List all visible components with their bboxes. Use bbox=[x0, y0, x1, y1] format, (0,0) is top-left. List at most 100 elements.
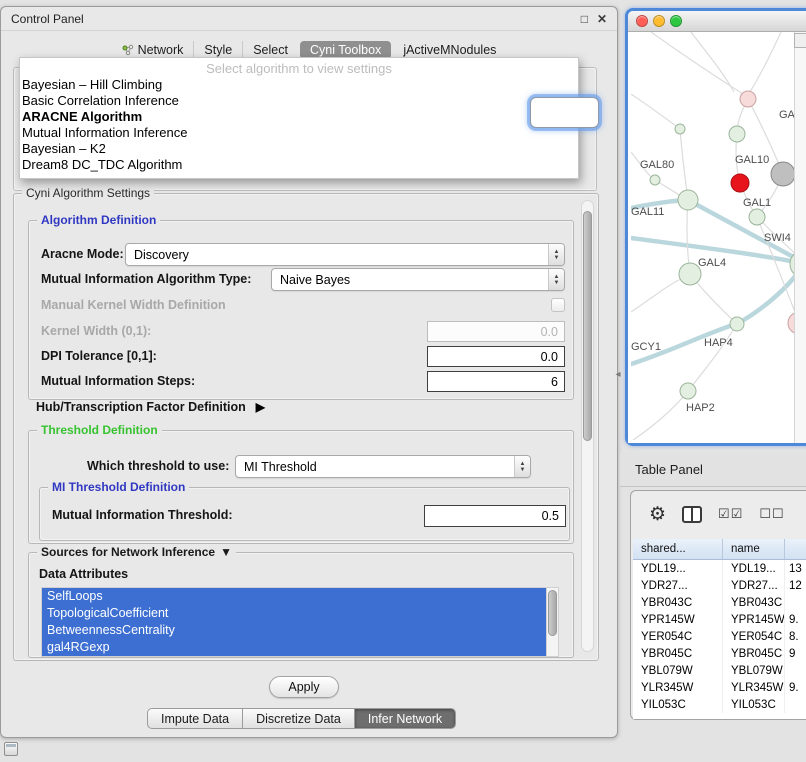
table-cell: YBR045C bbox=[723, 645, 785, 662]
network-edge bbox=[691, 32, 734, 92]
attributes-scrollbar-thumb[interactable] bbox=[548, 590, 557, 636]
bottom-tab-discretize-data[interactable]: Discretize Data bbox=[242, 709, 354, 728]
data-attributes-list[interactable]: SelfLoopsTopologicalCoefficientBetweenne… bbox=[41, 587, 559, 657]
network-window-titlebar[interactable] bbox=[628, 11, 806, 32]
algorithm-option[interactable]: Bayesian – K2 bbox=[20, 141, 578, 157]
algorithm-option[interactable]: Bayesian – Hill Climbing bbox=[20, 77, 578, 93]
manual-kernel-checkbox[interactable] bbox=[551, 298, 565, 312]
network-node[interactable] bbox=[675, 124, 685, 134]
tab-label: Cyni Toolbox bbox=[310, 43, 381, 57]
network-node[interactable] bbox=[678, 190, 698, 210]
table-cell: YBL079W bbox=[723, 662, 785, 679]
table-row[interactable]: YDL19...YDL19...13 bbox=[633, 560, 806, 577]
network-node[interactable] bbox=[650, 175, 660, 185]
table-header-cell[interactable]: name bbox=[723, 539, 785, 559]
network-edge bbox=[631, 278, 683, 312]
bottom-tab-impute-data[interactable]: Impute Data bbox=[148, 709, 242, 728]
table-row[interactable]: YLR345WYLR345W9. bbox=[633, 679, 806, 696]
mi-threshold-group: MI Threshold Definition Mutual Informati… bbox=[39, 487, 570, 541]
mi-steps-field[interactable]: 6 bbox=[427, 371, 565, 392]
table-cell: YLR345W bbox=[723, 679, 785, 696]
desktop: Control Panel □ ✕ NetworkStyleSelectCyni… bbox=[0, 0, 806, 762]
network-node[interactable] bbox=[680, 383, 696, 399]
stepper-arrows-icon: ▲▼ bbox=[548, 269, 564, 290]
stepper-arrows-icon: ▲▼ bbox=[548, 244, 564, 265]
network-node[interactable] bbox=[731, 174, 749, 192]
select-all-checks-icon[interactable]: ☑☑ bbox=[718, 506, 743, 522]
close-light[interactable] bbox=[636, 15, 648, 27]
network-scrollbar-track[interactable] bbox=[794, 32, 806, 443]
algorithm-option[interactable]: Basic Correlation Inference bbox=[20, 93, 578, 109]
aracne-mode-value: Discovery bbox=[126, 248, 548, 262]
threshold-definition-group: Threshold Definition Which threshold to … bbox=[28, 430, 574, 544]
tab-label: Network bbox=[138, 43, 184, 57]
attributes-list-scrollbar[interactable] bbox=[546, 588, 558, 656]
algorithm-definition-title: Algorithm Definition bbox=[37, 213, 160, 227]
table-row[interactable]: YBL079WYBL079W bbox=[633, 662, 806, 679]
table-header-cell[interactable]: shared... bbox=[633, 539, 723, 559]
node-label: GAL4 bbox=[698, 257, 726, 269]
network-node[interactable] bbox=[729, 126, 745, 142]
settings-scrollbar[interactable] bbox=[581, 200, 594, 652]
table-cell: YBR043C bbox=[723, 594, 785, 611]
sources-group-title[interactable]: Sources for Network Inference ▼ bbox=[37, 545, 236, 559]
aracne-mode-combobox[interactable]: Discovery ▲▼ bbox=[125, 243, 565, 266]
hub-definition-toggle[interactable]: Hub/Transcription Factor Definition ▶ bbox=[36, 400, 265, 414]
table-cell: YDR27... bbox=[723, 577, 785, 594]
apply-button[interactable]: Apply bbox=[269, 676, 339, 698]
table-row[interactable]: YPR145WYPR145W9. bbox=[633, 611, 806, 628]
attribute-item[interactable]: BetweennessCentrality bbox=[42, 622, 546, 639]
splitter-collapse-handle[interactable]: ◂ bbox=[612, 366, 624, 382]
network-node[interactable] bbox=[740, 91, 756, 107]
attribute-item[interactable]: gal4RGexp bbox=[42, 639, 546, 656]
mi-steps-label: Mutual Information Steps: bbox=[41, 374, 195, 388]
mi-type-combobox[interactable]: Naive Bayes ▲▼ bbox=[271, 268, 565, 291]
control-panel-window: Control Panel □ ✕ NetworkStyleSelectCyni… bbox=[0, 6, 618, 738]
control-panel-titlebar[interactable]: Control Panel □ ✕ bbox=[1, 7, 617, 31]
table-row[interactable]: YDR27...YDR27...12 bbox=[633, 577, 806, 594]
columns-icon[interactable] bbox=[682, 506, 702, 523]
settings-scrollbar-thumb[interactable] bbox=[583, 211, 592, 441]
table-cell bbox=[785, 662, 806, 679]
table-cell: 9 bbox=[785, 645, 806, 662]
table-cell: YDL19... bbox=[723, 560, 785, 577]
mi-threshold-field[interactable]: 0.5 bbox=[424, 505, 566, 527]
dpi-tolerance-field[interactable]: 0.0 bbox=[427, 346, 565, 367]
mi-threshold-label: Mutual Information Threshold: bbox=[52, 508, 233, 522]
table-row[interactable]: YER054CYER054C8. bbox=[633, 628, 806, 645]
kernel-width-field[interactable]: 0.0 bbox=[427, 321, 565, 342]
algorithm-option[interactable]: ARACNE Algorithm bbox=[20, 109, 578, 125]
focused-text-field[interactable] bbox=[530, 97, 599, 128]
minimize-light[interactable] bbox=[653, 15, 665, 27]
table-cell bbox=[785, 594, 806, 611]
algorithm-option[interactable]: Mutual Information Inference bbox=[20, 125, 578, 141]
disclosure-collapsed-icon[interactable]: ▶ bbox=[256, 400, 265, 414]
algorithm-option[interactable]: Dream8 DC_TDC Algorithm bbox=[20, 157, 578, 173]
network-node[interactable] bbox=[749, 209, 765, 225]
restore-panel-icon[interactable] bbox=[4, 742, 18, 756]
attribute-item[interactable]: SelfLoops bbox=[42, 588, 546, 605]
network-node[interactable] bbox=[771, 162, 795, 186]
table-row[interactable]: YBR045CYBR045C9 bbox=[633, 645, 806, 662]
zoom-light[interactable] bbox=[670, 15, 682, 27]
node-label: HAP2 bbox=[686, 402, 715, 414]
float-window-icon[interactable]: □ bbox=[581, 13, 588, 25]
which-threshold-combobox[interactable]: MI Threshold ▲▼ bbox=[235, 455, 531, 478]
table-row[interactable]: YBR043CYBR043C bbox=[633, 594, 806, 611]
window-buttons: □ ✕ bbox=[581, 13, 607, 25]
gear-icon[interactable]: ⚙ bbox=[649, 505, 666, 524]
table-cell: 13 bbox=[785, 560, 806, 577]
attribute-item[interactable]: TopologicalCoefficient bbox=[42, 605, 546, 622]
table-cell: 9. bbox=[785, 611, 806, 628]
network-scroll-button[interactable] bbox=[794, 33, 806, 48]
network-canvas[interactable]: GAL8GAL80GAL10GAL11GAL1SWI4GAL4GCY1HAP4Y… bbox=[628, 32, 806, 443]
disclosure-expanded-icon[interactable]: ▼ bbox=[220, 545, 232, 559]
close-window-icon[interactable]: ✕ bbox=[597, 13, 607, 25]
bottom-tab-infer-network[interactable]: Infer Network bbox=[354, 709, 455, 728]
table-row[interactable]: YIL053CYIL053C bbox=[633, 696, 806, 713]
node-label: GCY1 bbox=[631, 341, 661, 353]
network-node[interactable] bbox=[730, 317, 744, 331]
table-header-cell[interactable] bbox=[785, 539, 806, 559]
network-edge bbox=[633, 391, 688, 440]
deselect-all-checks-icon[interactable]: ☐☐ bbox=[759, 506, 784, 522]
